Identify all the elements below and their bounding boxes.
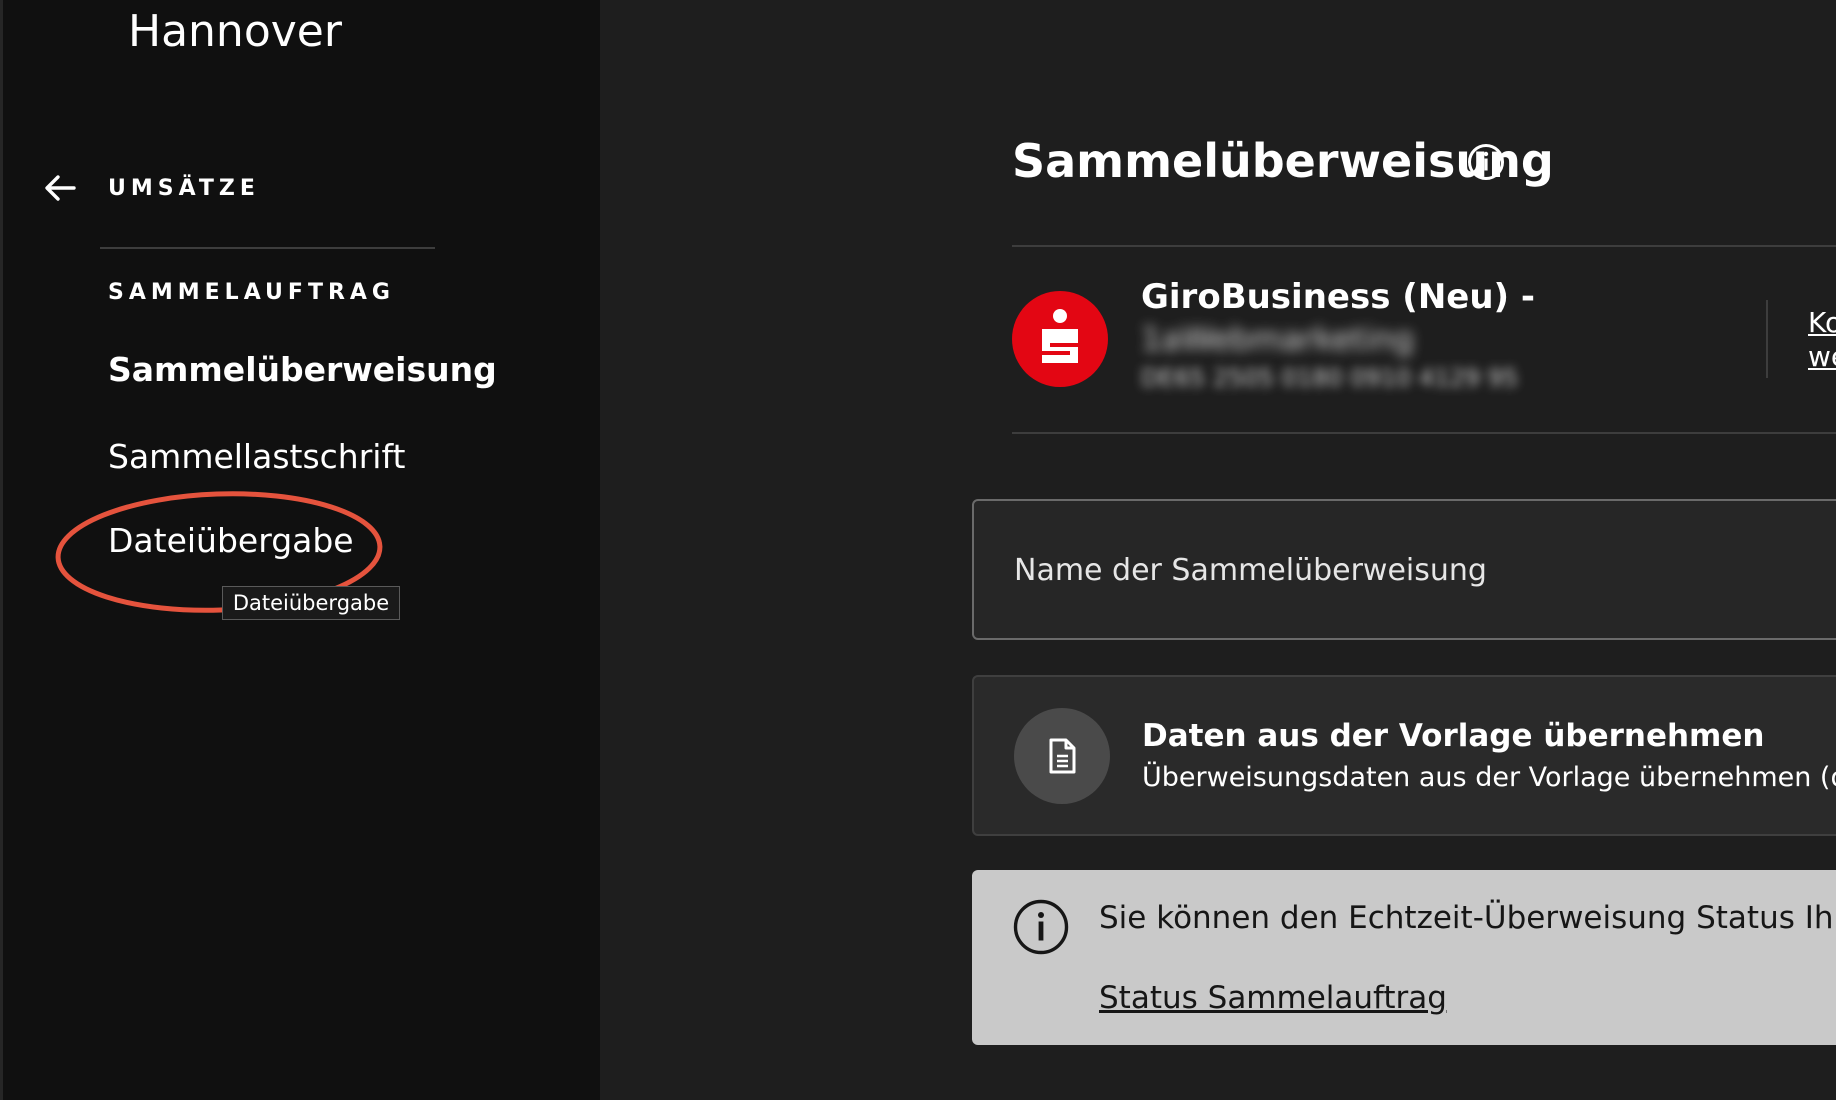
main-content: Sammelüberweisung GiroBusiness (Neu) - 1… — [600, 0, 1836, 1100]
divider — [1012, 432, 1836, 434]
account-holder-blurred: 1aWebmarketing — [1141, 320, 1414, 358]
use-template-card[interactable]: Daten aus der Vorlage übernehmen Überwei… — [972, 675, 1836, 836]
section-label: SAMMELAUFTRAG — [108, 280, 395, 305]
name-field-container — [972, 499, 1836, 640]
sidebar: · Hannover UMSÄTZE SAMMELAUFTRAG Sammelü… — [0, 0, 600, 1100]
app-window: · Hannover UMSÄTZE SAMMELAUFTRAG Sammelü… — [0, 0, 1836, 1100]
bank-title: Hannover — [128, 6, 342, 57]
status-sammelauftrag-link[interactable]: Status Sammelauftrag — [1099, 980, 1447, 1016]
collective-transfer-name-input[interactable] — [1012, 501, 1836, 640]
back-to-umsaetze-link[interactable]: UMSÄTZE — [40, 168, 260, 208]
divider — [1012, 245, 1836, 247]
change-account-link[interactable]: Kowe — [1808, 306, 1836, 374]
sidebar-item-sammellastschrift[interactable]: Sammellastschrift — [108, 437, 405, 476]
back-link-label: UMSÄTZE — [108, 175, 260, 201]
account-iban-blurred: DE65 2505 0180 0910 4129 95 — [1141, 364, 1519, 392]
info-text: Sie können den Echtzeit-Überweisung Stat… — [1099, 900, 1836, 936]
arrow-left-icon — [45, 175, 76, 201]
template-subtitle: Überweisungsdaten aus der Vorlage überne… — [1142, 762, 1836, 793]
info-icon[interactable] — [1466, 142, 1506, 182]
document-icon — [1049, 738, 1076, 774]
template-title: Daten aus der Vorlage übernehmen — [1142, 718, 1765, 754]
vertical-divider — [1766, 300, 1768, 378]
sidebar-item-sammelueberweisung[interactable]: Sammelüberweisung — [108, 350, 497, 389]
template-icon-circle — [1014, 708, 1110, 804]
sparkasse-logo-icon — [1012, 291, 1108, 387]
sidebar-edge — [0, 0, 3, 1100]
tooltip: Dateiübergabe — [222, 586, 400, 620]
info-icon — [1013, 899, 1069, 955]
info-box: Sie können den Echtzeit-Überweisung Stat… — [972, 870, 1836, 1045]
sidebar-divider — [100, 247, 435, 249]
account-name: GiroBusiness (Neu) - — [1141, 277, 1536, 317]
